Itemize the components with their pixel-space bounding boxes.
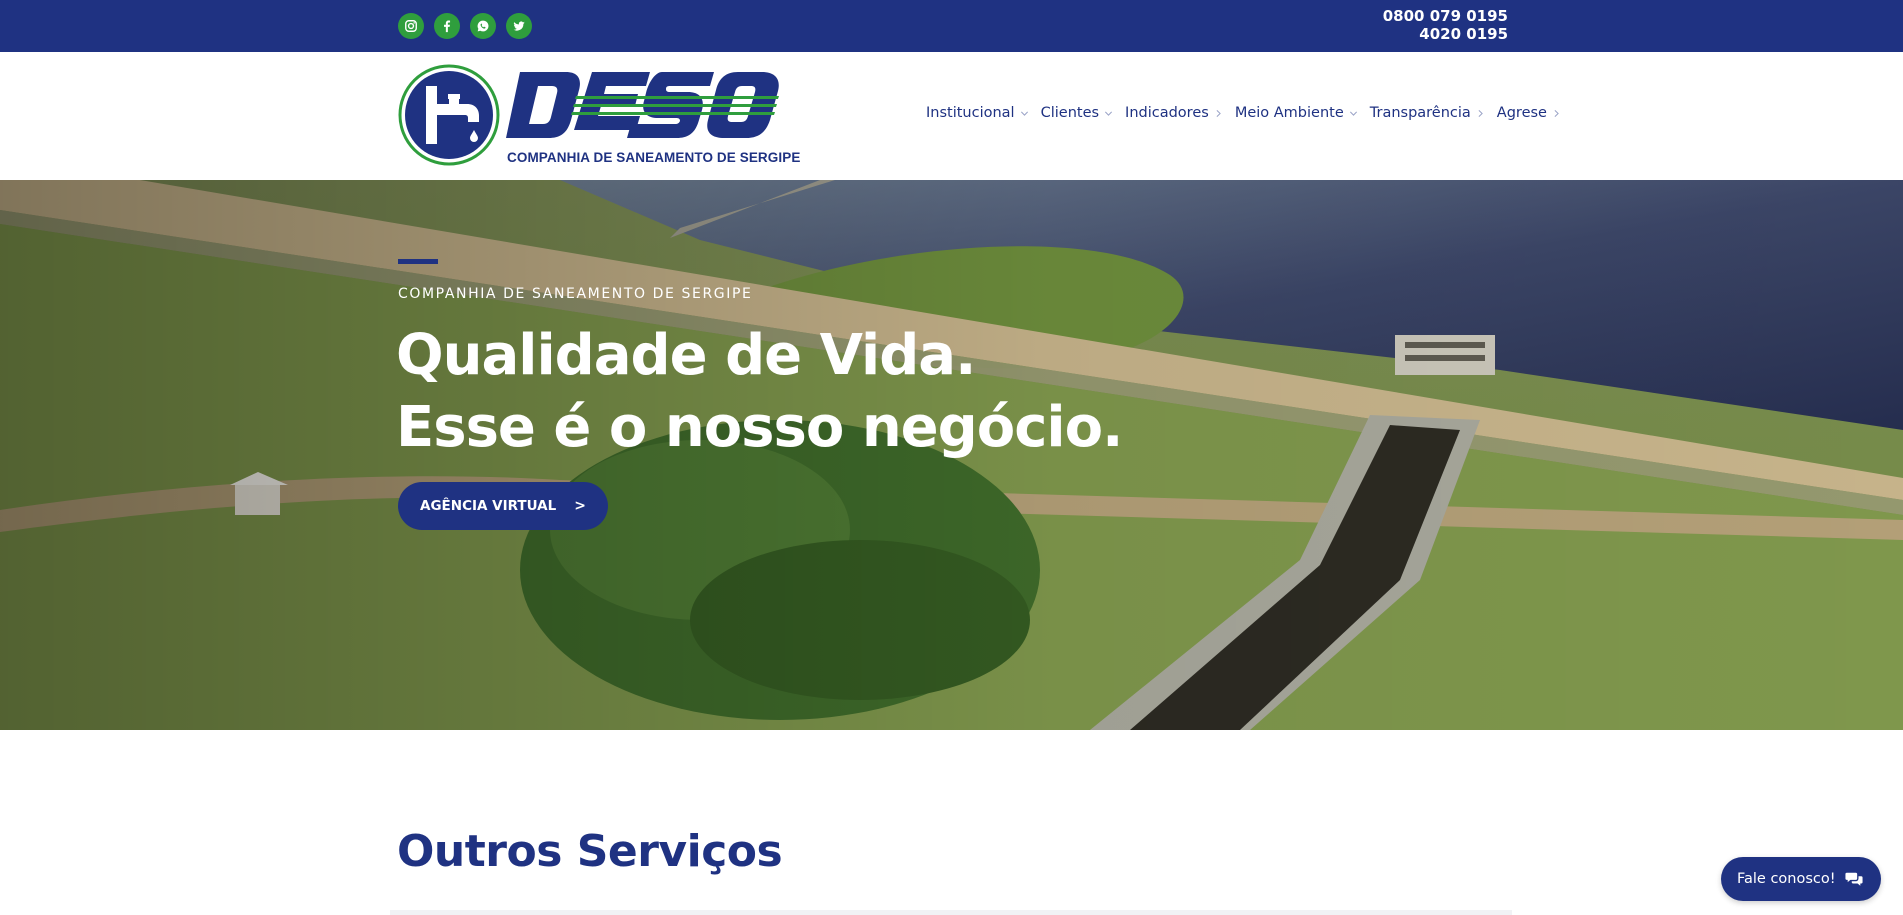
nav-clientes[interactable]: Clientes — [1041, 105, 1113, 121]
chevron-right-icon — [1476, 109, 1485, 118]
hero-title: Qualidade de Vida. Esse é o nosso negóci… — [396, 320, 1123, 464]
instagram-link[interactable] — [398, 13, 424, 39]
chevron-right-icon — [1552, 109, 1561, 118]
nav-institucional[interactable]: Institucional — [926, 105, 1029, 121]
chevron-down-icon — [1104, 109, 1113, 118]
chat-button[interactable]: Fale conosco! — [1721, 857, 1881, 901]
nav-label: Transparência — [1369, 105, 1471, 121]
phone-local[interactable]: 4020 0195 — [1383, 25, 1508, 43]
whatsapp-link[interactable] — [470, 13, 496, 39]
phone-numbers: 0800 079 0195 4020 0195 — [1383, 7, 1508, 43]
facebook-icon — [444, 20, 451, 33]
hero-accent-bar — [398, 259, 438, 264]
whatsapp-icon — [477, 20, 489, 32]
deso-logo[interactable]: COMPANHIA DE SANEAMENTO DE SERGIPE — [398, 64, 800, 169]
phone-toll-free[interactable]: 0800 079 0195 — [1383, 7, 1508, 25]
nav-label: Indicadores — [1125, 105, 1209, 121]
twitter-link[interactable] — [506, 13, 532, 39]
hero-kicker: COMPANHIA DE SANEAMENTO DE SERGIPE — [398, 286, 753, 302]
twitter-icon — [513, 21, 525, 31]
nav-label: Clientes — [1040, 105, 1100, 121]
chevron-right-icon: > — [574, 498, 586, 514]
instagram-icon — [405, 20, 417, 32]
agencia-virtual-button[interactable]: AGÊNCIA VIRTUAL > — [398, 482, 608, 530]
nav-transparencia[interactable]: Transparência — [1370, 105, 1485, 121]
site-header: COMPANHIA DE SANEAMENTO DE SERGIPE Insti… — [0, 52, 1903, 180]
nav-label: Institucional — [926, 105, 1015, 121]
hero-title-line-2: Esse é o nosso negócio. — [396, 395, 1123, 460]
nav-agrese[interactable]: Agrese — [1497, 105, 1561, 121]
nav-indicadores[interactable]: Indicadores — [1125, 105, 1223, 121]
agencia-virtual-label: AGÊNCIA VIRTUAL — [420, 498, 557, 514]
hero-banner: COMPANHIA DE SANEAMENTO DE SERGIPE Quali… — [0, 180, 1903, 730]
services-card-edge — [390, 910, 1512, 915]
chevron-down-icon — [1349, 109, 1358, 118]
main-nav: Institucional Clientes Indicadores Meio … — [926, 105, 1573, 121]
logo-tagline: COMPANHIA DE SANEAMENTO DE SERGIPE — [507, 150, 801, 165]
nav-label: Agrese — [1496, 105, 1547, 121]
top-bar: 0800 079 0195 4020 0195 — [0, 0, 1903, 52]
deso-wordmark-icon — [506, 72, 779, 138]
chevron-down-icon — [1020, 109, 1029, 118]
chat-label: Fale conosco! — [1737, 871, 1836, 887]
chevron-right-icon — [1214, 109, 1223, 118]
social-links — [398, 13, 532, 39]
nav-meio-ambiente[interactable]: Meio Ambiente — [1235, 105, 1358, 121]
facebook-link[interactable] — [434, 13, 460, 39]
services-title: Outros Serviços — [397, 826, 783, 877]
chat-bubbles-icon — [1845, 872, 1863, 886]
hero-title-line-1: Qualidade de Vida. — [396, 323, 976, 388]
nav-label: Meio Ambiente — [1234, 105, 1344, 121]
water-tap-logo-icon — [398, 64, 500, 166]
